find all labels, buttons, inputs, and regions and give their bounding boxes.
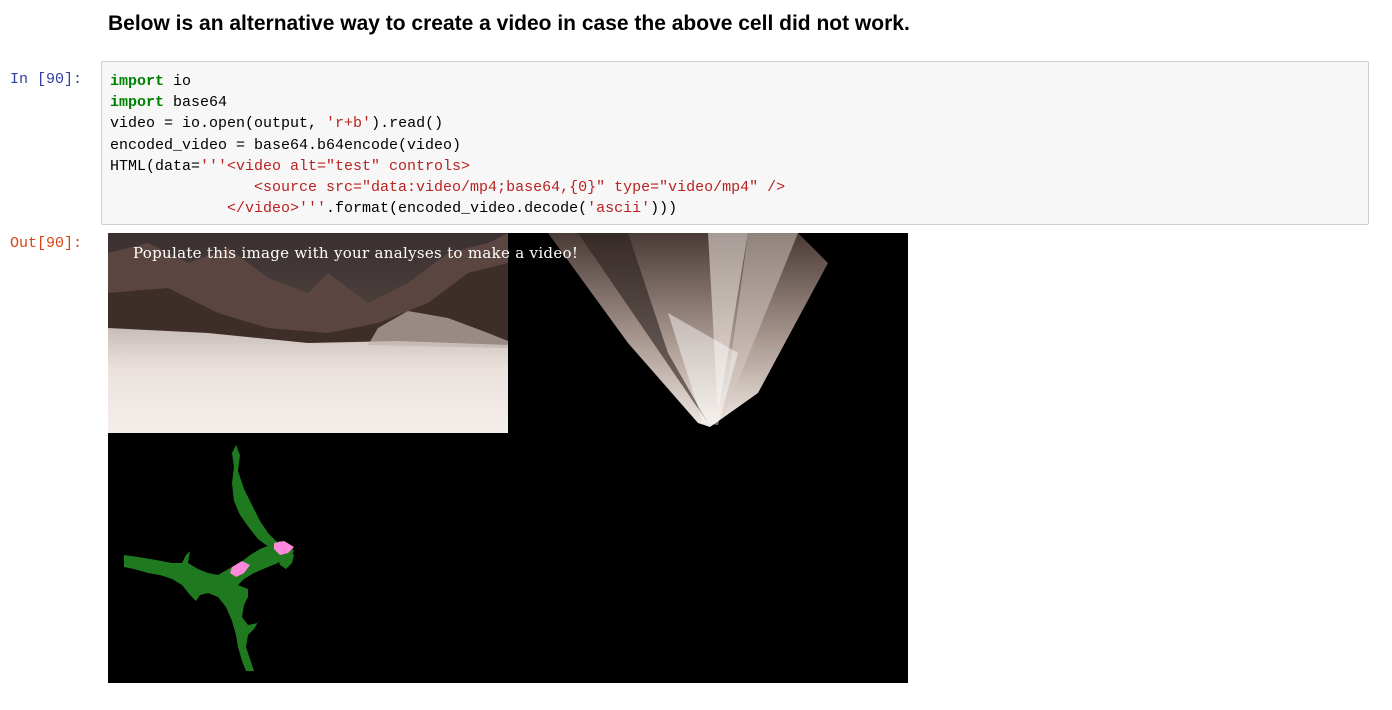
code-text: encoded_video = base64.b64encode(video): [110, 136, 462, 154]
code-text: base64: [164, 94, 228, 112]
code-line-5: HTML(data='''<video alt="test" controls>: [110, 156, 1360, 177]
code-text: io: [164, 73, 192, 90]
code-text: HTML(data=: [110, 157, 201, 175]
code-editor[interactable]: import io import base64 video = io.open(ou…: [101, 61, 1369, 225]
code-text: .format(encoded_video.decode(: [326, 200, 588, 218]
code-line-2: import base64: [110, 92, 1360, 113]
input-prompt: In [90]:: [10, 71, 83, 88]
code-line-6: <source src="data:video/mp4;base64,{0}" …: [110, 177, 1360, 198]
code-line-1: import io: [110, 71, 1360, 92]
code-string: <source src="data:video/mp4;base64,{0}" …: [110, 178, 786, 196]
code-string: 'r+b': [326, 115, 372, 133]
output-prompt: Out[90]:: [10, 235, 83, 252]
world-map: [124, 445, 294, 671]
camera-view: [108, 233, 508, 433]
code-text: ).read(): [371, 115, 444, 133]
video-overlay-text: Populate this image with your analyses t…: [133, 244, 579, 262]
keyword-import: import: [110, 94, 165, 112]
markdown-heading: Below is an alternative way to create a …: [108, 12, 910, 35]
keyword-import: import: [110, 73, 165, 90]
video-frame-graphic: [108, 233, 828, 671]
code-string: 'ascii': [587, 200, 651, 218]
code-line-4: encoded_video = base64.b64encode(video): [110, 135, 1360, 156]
code-line-3: video = io.open(output, 'r+b').read(): [110, 113, 1360, 134]
code-text: ))): [650, 200, 678, 218]
code-string: </video>''': [110, 200, 327, 218]
code-string: '''<video alt="test" controls>: [200, 157, 471, 175]
code-line-7: </video>'''.format(encoded_video.decode(…: [110, 198, 1360, 219]
warped-view: [548, 233, 828, 427]
video-output[interactable]: Populate this image with your analyses t…: [108, 233, 908, 683]
code-text: video = io.open(output,: [110, 115, 327, 133]
